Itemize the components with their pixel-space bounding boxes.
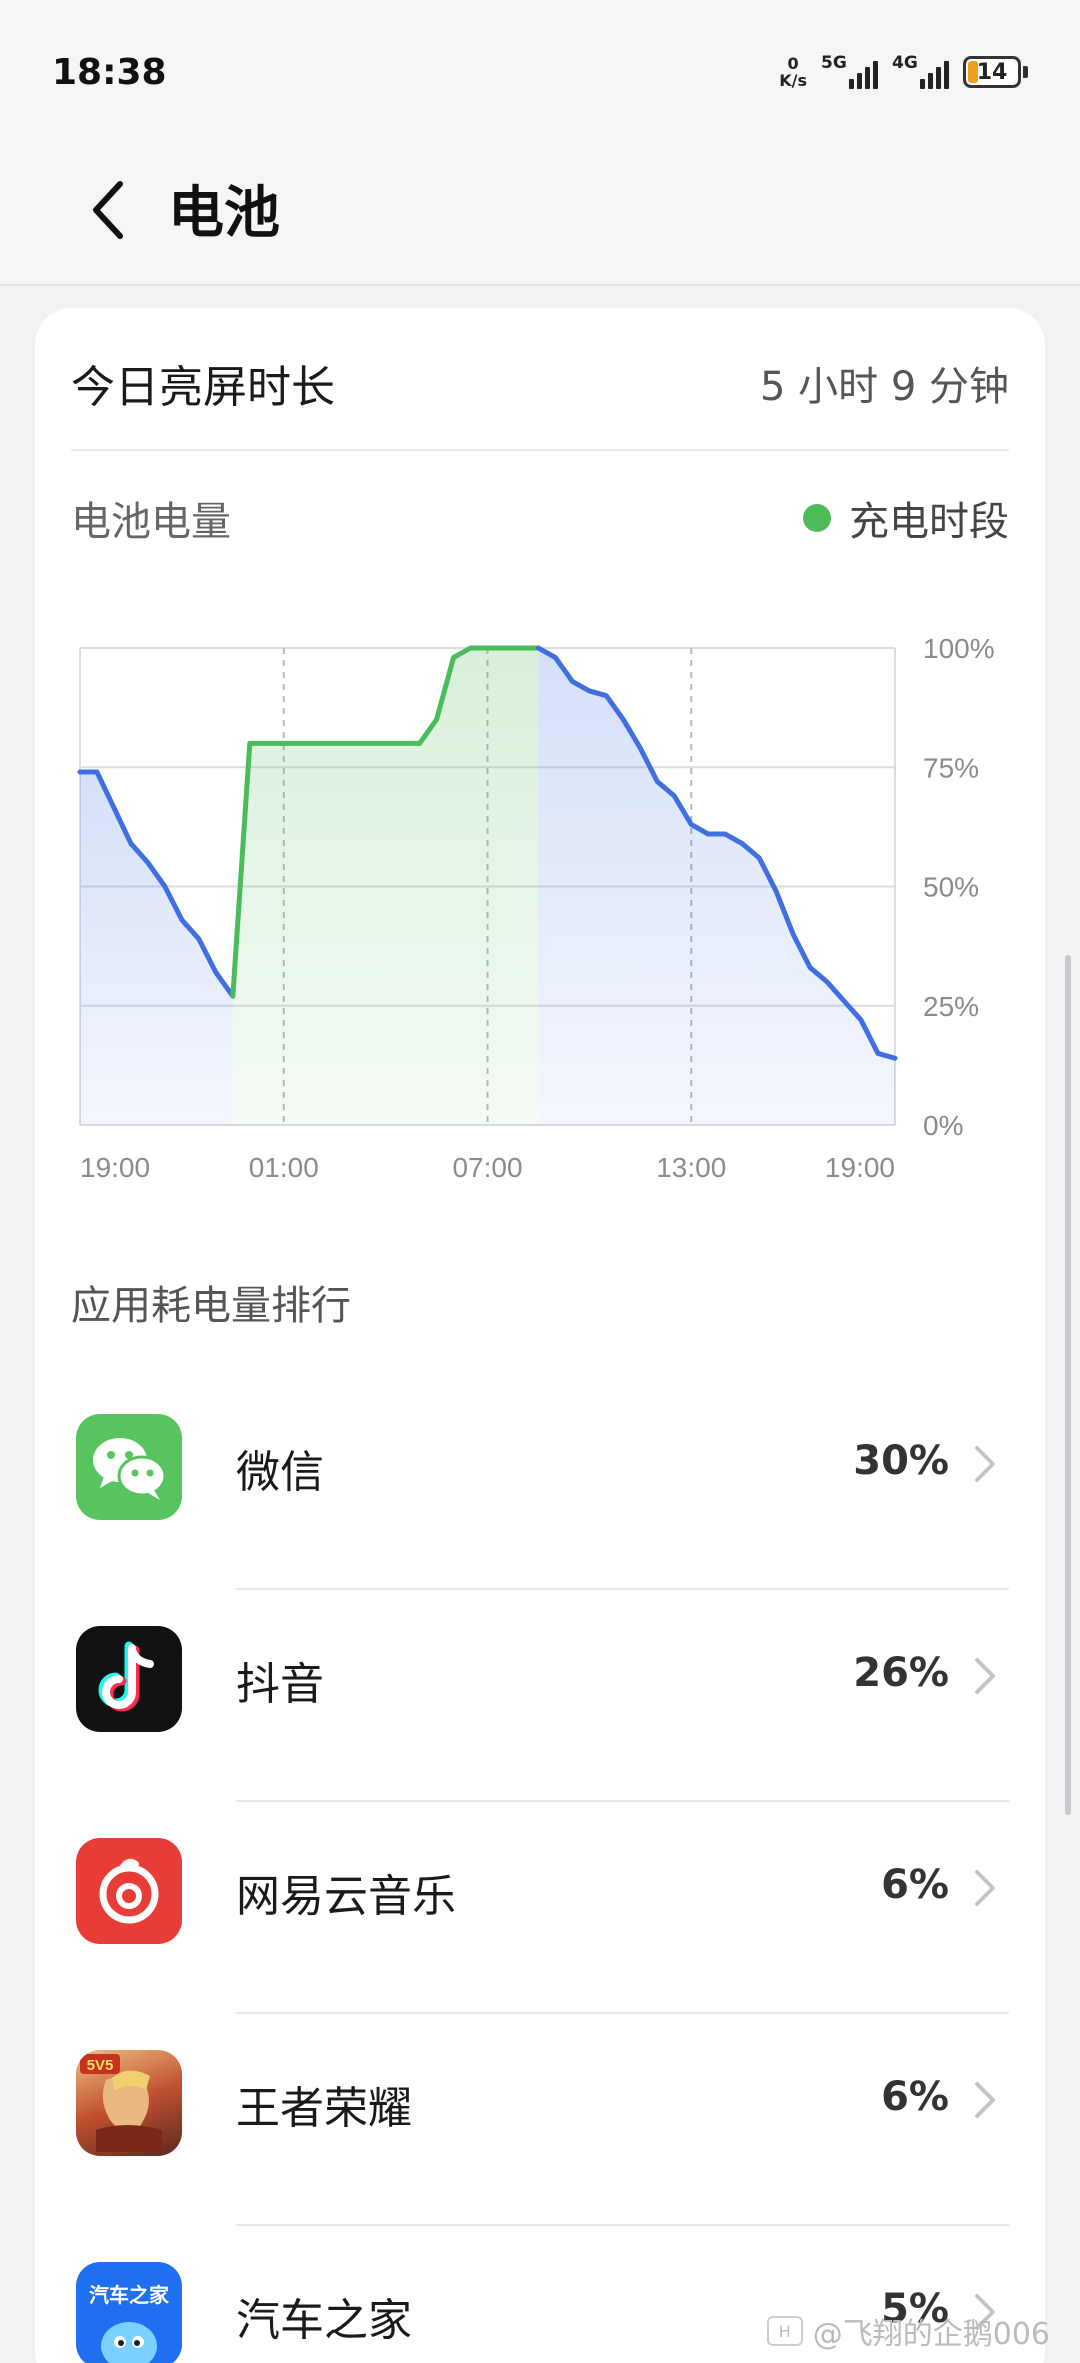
- status-bar: 18:38 0 K/s 5G 4G 14: [0, 0, 1080, 140]
- watermark-text: @飞翔的企鹅006: [812, 2317, 1050, 2352]
- app-name: 抖音: [236, 1659, 324, 1710]
- divider: [71, 449, 1009, 451]
- page-title: 电池: [168, 181, 280, 246]
- autohome-icon: 汽车之家: [76, 2262, 182, 2363]
- battery-level-header: 电池电量 充电时段: [71, 488, 1009, 548]
- chevron-left-icon: [93, 181, 123, 239]
- battery-level-text: 14: [976, 60, 1008, 85]
- app-percent: 26%: [853, 1650, 949, 1696]
- battery-icon: 14: [963, 56, 1028, 88]
- sim1-signal-icon: 5G: [821, 53, 878, 89]
- app-row-wechat[interactable]: 微信 30%: [35, 1378, 1045, 1590]
- app-row-honor-of-kings[interactable]: 5V5 王者荣耀 6%: [35, 2014, 1045, 2226]
- x-tick-label: 13:00: [656, 1152, 726, 1183]
- page-header: 电池: [0, 140, 1080, 286]
- y-tick-label: 75%: [923, 752, 979, 783]
- network-speed: 0 K/s: [779, 55, 807, 89]
- x-tick-label: 01:00: [249, 1152, 319, 1183]
- app-name: 微信: [236, 1447, 324, 1498]
- app-name: 王者荣耀: [236, 2083, 412, 2134]
- battery-card: 今日亮屏时长 5 小时 9 分钟 电池电量 充电时段 100% 75% 50% 25%…: [35, 308, 1045, 2363]
- chevron-right-icon: [975, 2082, 995, 2118]
- x-tick-label: 19:00: [80, 1152, 150, 1183]
- app-row-netease-music[interactable]: 网易云音乐 6%: [35, 1802, 1045, 2014]
- y-tick-label: 50%: [923, 872, 979, 903]
- wechat-icon: [76, 1414, 182, 1520]
- screen-time-row: 今日亮屏时长 5 小时 9 分钟: [71, 348, 1009, 418]
- chevron-right-icon: [975, 1446, 995, 1482]
- sim2-label: 4G: [892, 53, 918, 73]
- chevron-right-icon: [975, 1658, 995, 1694]
- screen-time-label: 今日亮屏时长: [71, 362, 335, 413]
- x-tick-label: 07:00: [452, 1152, 522, 1183]
- app-ranking-list: 微信 30% 抖音 26% 网易云音乐 6% 5V5 王者荣耀 6% 汽车之家 …: [35, 1378, 1045, 2363]
- honor-of-kings-icon: 5V5: [76, 2050, 182, 2156]
- back-button[interactable]: [78, 170, 138, 250]
- app-percent: 6%: [881, 1862, 949, 1908]
- scrollbar[interactable]: [1065, 955, 1071, 1815]
- charging-legend-dot: [803, 504, 831, 532]
- douyin-icon: [76, 1626, 182, 1732]
- chevron-right-icon: [975, 1870, 995, 1906]
- app-percent: 6%: [881, 2074, 949, 2120]
- status-time: 18:38: [52, 52, 167, 93]
- network-speed-unit: K/s: [779, 71, 807, 90]
- screen-time-value: 5 小时 9 分钟: [759, 364, 1009, 410]
- charging-area: [232, 648, 539, 1125]
- app-name: 汽车之家: [236, 2295, 412, 2346]
- app-name: 网易云音乐: [236, 1871, 456, 1922]
- battery-level-label: 电池电量: [71, 499, 231, 545]
- netease-music-icon: [76, 1838, 182, 1944]
- honor-of-kings-logo-text: 5V5: [87, 2057, 114, 2074]
- sim1-label: 5G: [821, 53, 847, 73]
- app-percent: 30%: [853, 1438, 949, 1484]
- autohome-logo-text: 汽车之家: [89, 2283, 170, 2307]
- watermark-logo-icon: H: [766, 2316, 803, 2346]
- charging-legend-label: 充电时段: [849, 499, 1009, 545]
- y-tick-label: 100%: [923, 633, 995, 664]
- charging-legend: 充电时段: [803, 489, 1009, 547]
- watermark: H @飞翔的企鹅006: [766, 2309, 1050, 2353]
- network-speed-value: 0: [787, 54, 799, 73]
- ranking-title: 应用耗电量排行: [71, 1283, 351, 1329]
- app-row-douyin[interactable]: 抖音 26%: [35, 1590, 1045, 1802]
- battery-area: [80, 772, 233, 1125]
- y-tick-label: 0%: [923, 1110, 963, 1141]
- sim2-signal-icon: 4G: [892, 53, 949, 89]
- x-tick-label: 19:00: [825, 1152, 895, 1183]
- y-tick-label: 25%: [923, 991, 979, 1022]
- status-icons: 0 K/s 5G 4G 14: [779, 50, 1028, 94]
